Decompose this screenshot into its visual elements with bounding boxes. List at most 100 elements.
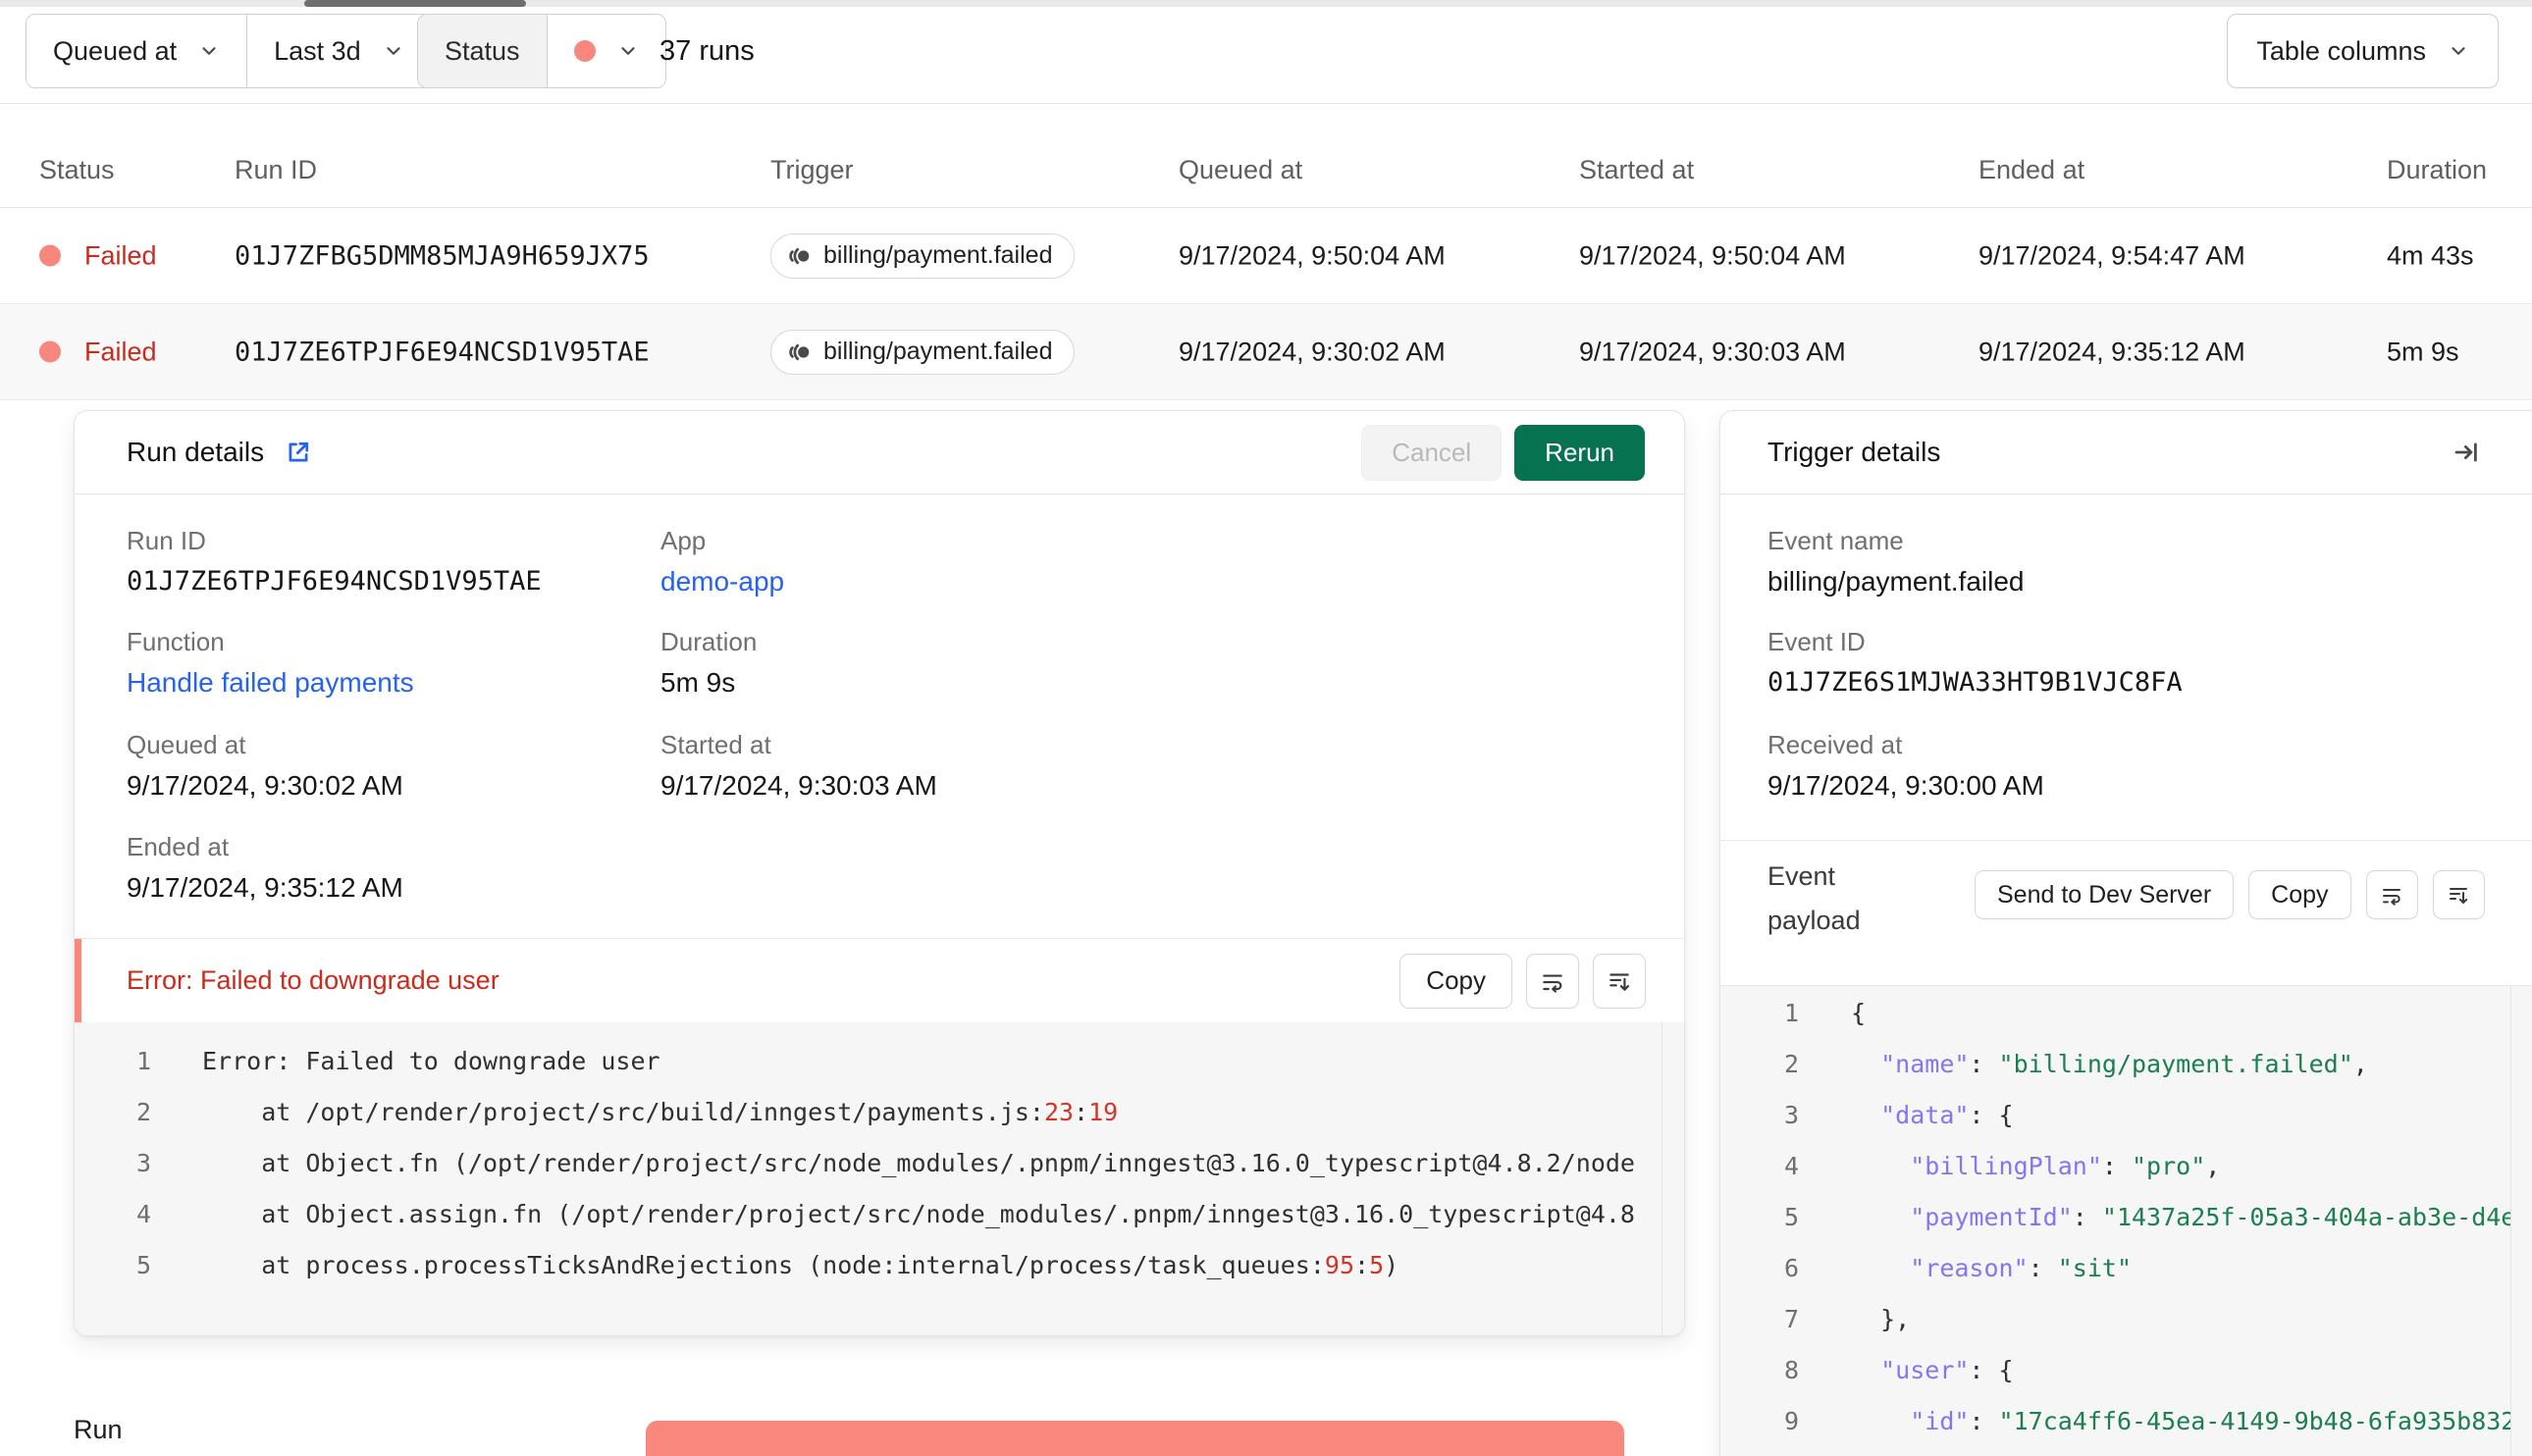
payload-word-wrap-button[interactable]: [2365, 870, 2418, 919]
timeline-run-bar[interactable]: [646, 1421, 1624, 1456]
line-number: 6: [1783, 1254, 1799, 1282]
event-icon: [789, 343, 810, 360]
expand-lines-icon: [1609, 972, 1629, 991]
timeline-run-label: Run: [74, 1415, 123, 1444]
external-link-icon[interactable]: [284, 438, 313, 467]
vertical-scrollbar[interactable]: [1662, 1022, 1684, 1335]
trigger-event-name: billing/payment.failed: [823, 241, 1053, 269]
payload-expand-lines-button[interactable]: [2432, 870, 2485, 919]
table-row[interactable]: Failed 01J7ZFBG5DMM85MJA9H659JX75 billing/…: [0, 208, 2532, 304]
rerun-button[interactable]: Rerun: [1514, 424, 1645, 481]
collapse-panel-button[interactable]: [2452, 438, 2481, 467]
horizontal-scrollbar-thumb[interactable]: [304, 0, 526, 7]
failed-status-dot-icon: [39, 340, 61, 363]
duration-value: 5m 9s: [660, 667, 736, 698]
column-header-run-id: Run ID: [235, 155, 318, 184]
started-at-value: 9/17/2024, 9:30:03 AM: [660, 770, 937, 801]
run-id-label: Run ID: [127, 526, 206, 555]
cancel-button[interactable]: Cancel: [1361, 424, 1503, 481]
code-line: 8 "user": {: [1720, 1345, 2532, 1396]
runs-page: Queued at Last 3d Status 37 runs Table c…: [0, 0, 2532, 1456]
code-line: 5 at process.processTicksAndRejections (…: [75, 1240, 1684, 1291]
ended-at-value: 9/17/2024, 9:35:12 AM: [127, 872, 403, 903]
code-line: 5 "paymentId": "1437a25f-05a3-404a-ab3e-…: [1720, 1192, 2532, 1243]
run-status: Failed: [39, 337, 157, 367]
started-at-field: Started at 9/17/2024, 9:30:03 AM: [660, 729, 937, 804]
app-link[interactable]: demo-app: [660, 564, 784, 599]
column-header-ended: Ended at: [1978, 155, 2085, 184]
run-id-value: 01J7ZE6TPJF6E94NCSD1V95TAE: [127, 566, 542, 597]
word-wrap-icon: [2383, 889, 2401, 906]
chevron-down-icon: [2452, 47, 2465, 55]
received-at-label: Received at: [1767, 730, 1903, 759]
status-text: Failed: [84, 240, 157, 270]
time-range-filter-button[interactable]: Last 3d: [247, 15, 431, 87]
run-details-title: Run details: [127, 437, 265, 467]
trigger-details-header: Trigger details: [1720, 411, 2532, 494]
event-id-field: Event ID 01J7ZE6S1MJWA33HT9B1VJC8FA: [1767, 626, 2183, 701]
table-row[interactable]: Failed 01J7ZE6TPJF6E94NCSD1V95TAE billing/…: [0, 304, 2532, 400]
error-banner: Error: Failed to downgrade user Copy: [75, 938, 1684, 1022]
status-filter-label: Status: [418, 15, 547, 87]
queued-at-field: Queued at 9/17/2024, 9:30:02 AM: [127, 729, 403, 804]
word-wrap-icon: [1543, 974, 1562, 993]
event-id-label: Event ID: [1767, 627, 1866, 656]
ended-at-field: Ended at 9/17/2024, 9:35:12 AM: [127, 831, 403, 906]
table-columns-button[interactable]: Table columns: [2227, 14, 2499, 88]
received-at-value: 9/17/2024, 9:30:00 AM: [1767, 770, 2044, 801]
code-line: 2 at /opt/render/project/src/build/innge…: [75, 1087, 1684, 1138]
error-title: Error: Failed to downgrade user: [127, 965, 500, 995]
app-label: App: [660, 526, 707, 555]
stack-trace: 1 Error: Failed to downgrade user 2 at /op…: [75, 1022, 1684, 1335]
failed-status-dot-icon: [573, 40, 596, 62]
run-id-cell: 01J7ZFBG5DMM85MJA9H659JX75: [235, 240, 650, 271]
column-header-started: Started at: [1579, 155, 1695, 184]
run-details-panel: Run details Cancel Rerun Run ID 01J7ZE6T…: [74, 410, 1685, 1336]
copy-error-button[interactable]: Copy: [1399, 953, 1512, 1009]
line-number: 5: [135, 1251, 151, 1279]
queued-at-value: 9/17/2024, 9:30:02 AM: [127, 770, 403, 801]
arrow-to-bar-icon: [2454, 442, 2477, 462]
queued-at-filter-button[interactable]: Queued at: [26, 15, 247, 87]
queued-at-filter-label: Queued at: [53, 35, 178, 66]
vertical-scrollbar[interactable]: [2510, 986, 2532, 1456]
run-details-header: Run details Cancel Rerun: [75, 411, 1684, 494]
code-line: 4 at Object.assign.fn (/opt/render/proje…: [75, 1189, 1684, 1240]
column-header-status: Status: [39, 155, 115, 184]
event-name-value: billing/payment.failed: [1767, 566, 2025, 597]
function-label: Function: [127, 627, 225, 656]
code-line: 1{: [1720, 988, 2532, 1039]
line-number: 2: [135, 1098, 151, 1126]
runs-table-body: Failed 01J7ZFBG5DMM85MJA9H659JX75 billing/…: [0, 208, 2532, 400]
code-line: 9 "id": "17ca4ff6-45ea-4149-9b48-6fa935b…: [1720, 1396, 2532, 1447]
copy-payload-button[interactable]: Copy: [2248, 870, 2351, 919]
runs-table-header: Status Run ID Trigger Queued at Started …: [0, 104, 2532, 208]
expand-lines-button[interactable]: [1593, 953, 1646, 1009]
send-to-dev-server-button[interactable]: Send to Dev Server: [1975, 870, 2235, 919]
app-field: App demo-app: [660, 525, 784, 599]
status-filter-value-button[interactable]: [547, 15, 665, 87]
function-link[interactable]: Handle failed payments: [127, 665, 414, 701]
line-number: 9: [1783, 1407, 1799, 1435]
received-at-field: Received at 9/17/2024, 9:30:00 AM: [1767, 729, 2044, 804]
status-text: Failed: [84, 337, 157, 366]
queued-at-label: Queued at: [127, 730, 246, 759]
event-payload-heading: Event payload: [1767, 861, 1861, 935]
queued-at-cell: 9/17/2024, 9:30:02 AM: [1179, 337, 1446, 366]
horizontal-scrollbar[interactable]: [0, 0, 2532, 7]
line-number: 1: [1783, 999, 1799, 1027]
ended-at-cell: 9/17/2024, 9:35:12 AM: [1978, 337, 2245, 366]
line-number: 3: [1783, 1101, 1799, 1129]
word-wrap-button[interactable]: [1526, 953, 1579, 1009]
duration-cell: 4m 43s: [2387, 240, 2474, 270]
run-status: Failed: [39, 240, 157, 271]
ended-at-cell: 9/17/2024, 9:54:47 AM: [1978, 240, 2245, 270]
event-icon: [789, 247, 810, 264]
chevron-down-icon: [620, 47, 635, 55]
failed-status-dot-icon: [39, 244, 61, 267]
time-range-filter-label: Last 3d: [274, 35, 361, 66]
code-line: 2 "name": "billing/payment.failed",: [1720, 1039, 2532, 1090]
line-number: 8: [1783, 1356, 1799, 1384]
code-line: 6 "reason": "sit": [1720, 1243, 2532, 1294]
code-line: 7 },: [1720, 1294, 2532, 1345]
